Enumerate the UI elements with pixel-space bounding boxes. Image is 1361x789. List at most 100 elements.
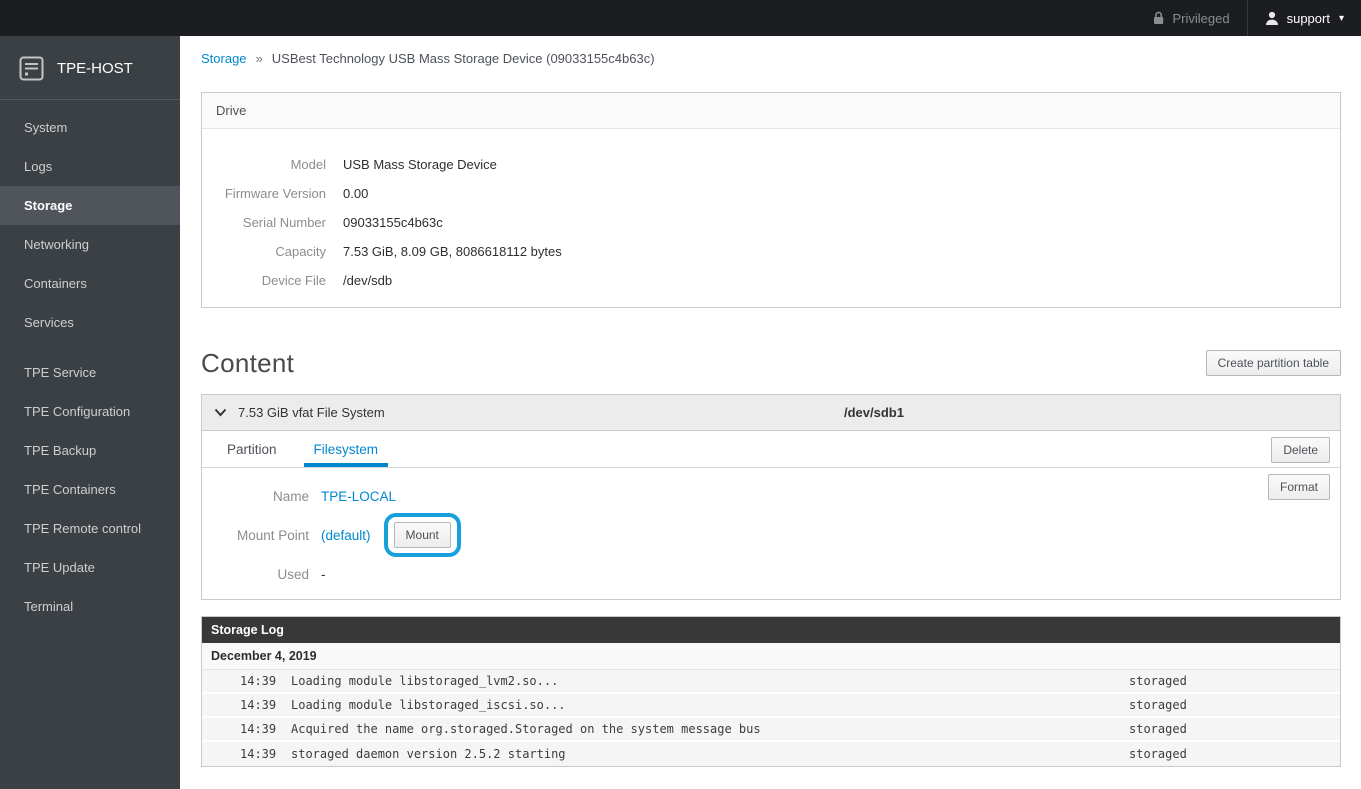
log-service: storaged bbox=[1129, 722, 1340, 736]
log-time: 14:39 bbox=[240, 722, 284, 736]
sidebar-item-networking[interactable]: Networking bbox=[0, 225, 180, 264]
log-entry-row[interactable]: 14:39 storaged daemon version 2.5.2 star… bbox=[202, 742, 1340, 766]
sidebar-item-label: Storage bbox=[24, 198, 72, 213]
drive-field-device-file: Device File /dev/sdb bbox=[202, 266, 1340, 295]
log-time: 14:39 bbox=[240, 698, 284, 712]
top-bar: Privileged support ▾ bbox=[0, 0, 1361, 36]
user-label: support bbox=[1287, 11, 1330, 26]
sidebar-nav: System Logs Storage Networking Container… bbox=[0, 100, 180, 626]
tab-label: Filesystem bbox=[314, 442, 379, 457]
field-label: Capacity bbox=[202, 244, 326, 259]
log-service: storaged bbox=[1129, 698, 1340, 712]
filesystem-name-link[interactable]: TPE-LOCAL bbox=[321, 489, 396, 504]
breadcrumb-storage-link[interactable]: Storage bbox=[201, 51, 247, 66]
tab-filesystem[interactable]: Filesystem bbox=[304, 431, 389, 467]
storage-log-panel: Storage Log December 4, 2019 14:39 Loadi… bbox=[201, 616, 1341, 767]
field-label: Name bbox=[202, 489, 309, 504]
page-title: Content bbox=[201, 348, 294, 379]
drive-field-model: Model USB Mass Storage Device bbox=[202, 150, 1340, 179]
filesystem-tab-panel: Format Name TPE-LOCAL Mount Point (defau… bbox=[202, 468, 1340, 599]
sidebar-item-storage[interactable]: Storage bbox=[0, 186, 180, 225]
sidebar-item-tpe-backup[interactable]: TPE Backup bbox=[0, 431, 180, 470]
sidebar: TPE-HOST System Logs Storage Networking … bbox=[0, 36, 180, 789]
partition-panel: 7.53 GiB vfat File System /dev/sdb1 Part… bbox=[201, 394, 1341, 600]
field-value: 09033155c4b63c bbox=[343, 215, 443, 230]
field-label: Mount Point bbox=[202, 528, 309, 543]
drive-panel: Drive Model USB Mass Storage Device Firm… bbox=[201, 92, 1341, 308]
storage-log-date: December 4, 2019 bbox=[202, 643, 1340, 670]
sidebar-item-label: Services bbox=[24, 315, 74, 330]
storage-log-title: Storage Log bbox=[202, 617, 1340, 643]
sidebar-item-label: Logs bbox=[24, 159, 52, 174]
tab-label: Partition bbox=[227, 442, 277, 457]
breadcrumb: Storage » USBest Technology USB Mass Sto… bbox=[201, 49, 1341, 67]
chevron-down-icon bbox=[214, 408, 227, 417]
sidebar-item-tpe-configuration[interactable]: TPE Configuration bbox=[0, 392, 180, 431]
sidebar-item-tpe-service[interactable]: TPE Service bbox=[0, 353, 180, 392]
create-partition-table-button[interactable]: Create partition table bbox=[1206, 350, 1341, 376]
drive-panel-title: Drive bbox=[202, 93, 1340, 129]
field-value: /dev/sdb bbox=[343, 273, 392, 288]
sidebar-item-services[interactable]: Services bbox=[0, 303, 180, 342]
delete-button[interactable]: Delete bbox=[1271, 437, 1330, 463]
sidebar-item-logs[interactable]: Logs bbox=[0, 147, 180, 186]
field-label: Used bbox=[202, 567, 309, 582]
log-message: storaged daemon version 2.5.2 starting bbox=[291, 747, 1129, 761]
server-icon bbox=[19, 56, 44, 81]
sidebar-item-label: TPE Remote control bbox=[24, 521, 141, 536]
filesystem-name-row: Name TPE-LOCAL bbox=[202, 482, 1340, 510]
drive-field-serial: Serial Number 09033155c4b63c bbox=[202, 208, 1340, 237]
main-content: Storage » USBest Technology USB Mass Sto… bbox=[180, 36, 1361, 789]
tab-partition[interactable]: Partition bbox=[217, 431, 287, 467]
partition-tabs: Partition Filesystem Delete bbox=[202, 431, 1340, 468]
log-entry-row[interactable]: 14:39 Loading module libstoraged_lvm2.so… bbox=[202, 670, 1340, 694]
mount-button-highlight: Mount bbox=[384, 513, 461, 557]
field-label: Serial Number bbox=[202, 215, 326, 230]
sidebar-item-tpe-remote-control[interactable]: TPE Remote control bbox=[0, 509, 180, 548]
partition-summary: 7.53 GiB vfat File System bbox=[238, 405, 385, 420]
mount-point-link[interactable]: (default) bbox=[321, 528, 371, 543]
drive-panel-body: Model USB Mass Storage Device Firmware V… bbox=[202, 129, 1340, 307]
log-time: 14:39 bbox=[240, 674, 284, 688]
sidebar-item-label: TPE Backup bbox=[24, 443, 96, 458]
privileged-label: Privileged bbox=[1173, 11, 1230, 26]
used-value: - bbox=[321, 567, 326, 582]
field-value: USB Mass Storage Device bbox=[343, 157, 497, 172]
user-menu[interactable]: support ▾ bbox=[1248, 0, 1361, 36]
sidebar-item-label: TPE Update bbox=[24, 560, 95, 575]
breadcrumb-separator: » bbox=[256, 51, 263, 66]
content-section-header: Content Create partition table bbox=[201, 345, 1341, 381]
log-message: Acquired the name org.storaged.Storaged … bbox=[291, 722, 1129, 736]
privileged-indicator: Privileged bbox=[1135, 0, 1247, 36]
sidebar-item-label: Containers bbox=[24, 276, 87, 291]
host-name: TPE-HOST bbox=[57, 60, 133, 77]
partition-device-path: /dev/sdb1 bbox=[844, 405, 904, 420]
used-row: Used - bbox=[202, 560, 1340, 588]
sidebar-item-tpe-containers[interactable]: TPE Containers bbox=[0, 470, 180, 509]
sidebar-item-label: TPE Service bbox=[24, 365, 96, 380]
user-icon bbox=[1265, 11, 1279, 26]
format-button[interactable]: Format bbox=[1268, 474, 1330, 500]
drive-field-capacity: Capacity 7.53 GiB, 8.09 GB, 8086618112 b… bbox=[202, 237, 1340, 266]
log-message: Loading module libstoraged_lvm2.so... bbox=[291, 674, 1129, 688]
log-message: Loading module libstoraged_iscsi.so... bbox=[291, 698, 1129, 712]
log-time: 14:39 bbox=[240, 747, 284, 761]
mount-button[interactable]: Mount bbox=[394, 522, 451, 548]
sidebar-item-terminal[interactable]: Terminal bbox=[0, 587, 180, 626]
field-value: 0.00 bbox=[343, 186, 368, 201]
sidebar-item-system[interactable]: System bbox=[0, 108, 180, 147]
partition-header[interactable]: 7.53 GiB vfat File System /dev/sdb1 bbox=[202, 395, 1340, 431]
sidebar-item-label: System bbox=[24, 120, 67, 135]
log-service: storaged bbox=[1129, 674, 1340, 688]
log-entry-row[interactable]: 14:39 Loading module libstoraged_iscsi.s… bbox=[202, 694, 1340, 718]
field-label: Firmware Version bbox=[202, 186, 326, 201]
log-service: storaged bbox=[1129, 747, 1340, 761]
drive-field-firmware: Firmware Version 0.00 bbox=[202, 179, 1340, 208]
host-header: TPE-HOST bbox=[0, 36, 180, 99]
log-entry-row[interactable]: 14:39 Acquired the name org.storaged.Sto… bbox=[202, 718, 1340, 742]
sidebar-item-label: Networking bbox=[24, 237, 89, 252]
sidebar-item-containers[interactable]: Containers bbox=[0, 264, 180, 303]
field-label: Model bbox=[202, 157, 326, 172]
sidebar-item-tpe-update[interactable]: TPE Update bbox=[0, 548, 180, 587]
lock-icon bbox=[1152, 11, 1165, 25]
